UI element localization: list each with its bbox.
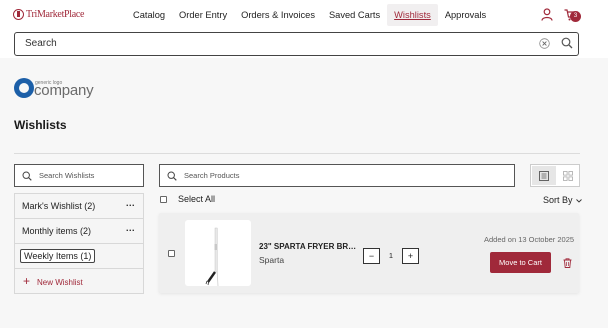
search-icon <box>22 171 32 181</box>
nav-saved-carts[interactable]: Saved Carts <box>322 4 387 26</box>
increase-quantity-button[interactable]: + <box>402 248 419 264</box>
wishlist-list: Mark's Wishlist (2) ... Monthly items (2… <box>14 193 144 294</box>
nav-approvals[interactable]: Approvals <box>438 4 493 26</box>
new-wishlist-label: New Wishlist <box>37 278 83 287</box>
select-all[interactable]: Select All <box>160 194 215 204</box>
wishlist-item-label: Mark's Wishlist (2) <box>22 201 96 211</box>
product-image[interactable] <box>185 220 251 287</box>
wishlist-search-input[interactable]: Search Wishlists <box>14 164 144 187</box>
grid-view-button[interactable] <box>557 166 579 185</box>
divider <box>14 153 580 154</box>
wishlist-item-label: Monthly items (2) <box>22 226 92 236</box>
nav-orders-invoices[interactable]: Orders & Invoices <box>234 4 322 26</box>
wishlist-item-selected[interactable]: Weekly Items (1) <box>14 243 144 268</box>
quantity-field[interactable]: 1 <box>380 248 402 264</box>
quantity-stepper: − 1 + <box>363 248 419 264</box>
cart-count-badge: 3 <box>570 11 581 22</box>
product-search-placeholder: Search Products <box>184 171 240 180</box>
company-logo: generic logo company <box>14 76 94 100</box>
product-name[interactable]: 23" SPARTA FRYER BRUSH <box>259 242 361 251</box>
product-brand: Sparta <box>259 255 285 265</box>
product-search-input[interactable]: Search Products <box>159 164 515 187</box>
select-all-checkbox[interactable] <box>160 195 167 203</box>
search-icon <box>167 171 177 181</box>
sort-by-label: Sort By <box>543 195 573 205</box>
decrease-quantity-button[interactable]: − <box>363 248 380 264</box>
list-view-icon <box>539 171 549 181</box>
sort-by-dropdown[interactable]: Sort By <box>543 195 582 205</box>
site-logo[interactable]: TriMarketPlace <box>13 9 85 20</box>
view-toggle <box>530 164 580 187</box>
trash-icon[interactable] <box>563 258 572 268</box>
user-icon[interactable] <box>541 8 553 21</box>
fryer-brush-image <box>205 227 219 287</box>
nav-wishlists[interactable]: Wishlists <box>387 4 438 26</box>
main-nav: Catalog Order Entry Orders & Invoices Sa… <box>126 4 493 26</box>
move-to-cart-button[interactable]: Move to Cart <box>490 252 551 273</box>
page-title: Wishlists <box>14 118 67 132</box>
global-search[interactable]: Search <box>14 32 579 56</box>
new-wishlist-button[interactable]: + New Wishlist <box>14 268 144 294</box>
more-options-icon[interactable]: ... <box>126 198 135 208</box>
wishlist-item-label: Weekly Items (1) <box>20 249 96 263</box>
search-input[interactable]: Search <box>25 38 57 49</box>
logo-text: TriMarketPlace <box>26 9 85 20</box>
grid-view-icon <box>563 171 573 181</box>
added-date: Added on 13 October 2025 <box>484 235 575 244</box>
nav-order-entry[interactable]: Order Entry <box>172 4 234 26</box>
plus-icon: + <box>23 274 31 288</box>
more-options-icon[interactable]: ... <box>126 223 135 233</box>
select-all-label: Select All <box>178 194 216 204</box>
wishlist-item[interactable]: Mark's Wishlist (2) ... <box>14 193 144 218</box>
nav-catalog[interactable]: Catalog <box>126 4 172 26</box>
logo-mark-icon <box>13 9 24 20</box>
product-checkbox[interactable] <box>168 250 175 257</box>
company-logo-mark-icon <box>14 78 34 98</box>
clear-icon[interactable] <box>539 38 550 49</box>
top-bar: TriMarketPlace Catalog Order Entry Order… <box>0 0 608 30</box>
search-icon[interactable] <box>561 37 573 49</box>
company-logo-text: company <box>34 82 94 99</box>
list-view-button[interactable] <box>532 166 556 185</box>
chevron-down-icon <box>576 198 582 203</box>
wishlist-item[interactable]: Monthly items (2) ... <box>14 218 144 243</box>
wishlist-search-placeholder: Search Wishlists <box>39 171 95 180</box>
product-card: 23" SPARTA FRYER BRUSH Sparta − 1 + Adde… <box>159 213 579 293</box>
